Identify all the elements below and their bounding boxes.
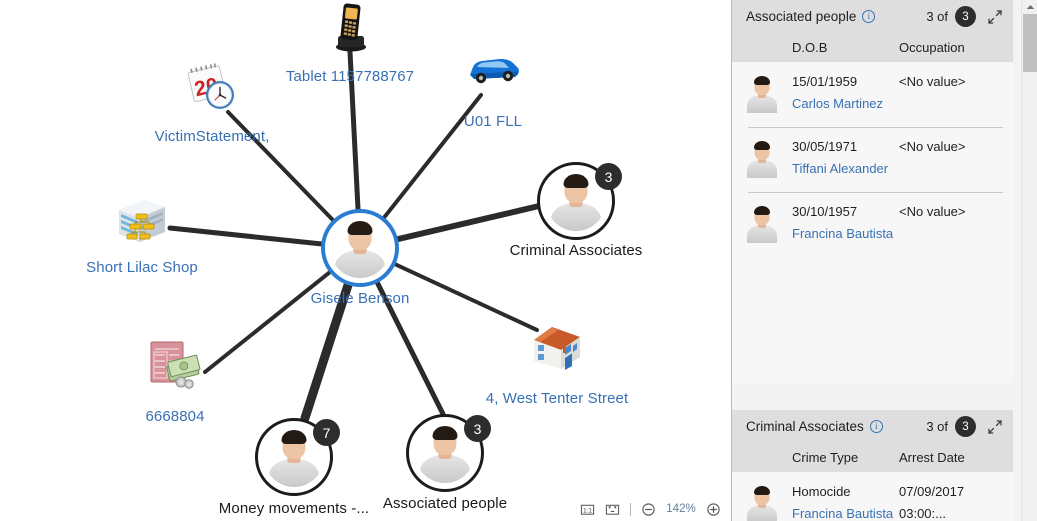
node-label-organisation: Short Lilac Shop (86, 259, 198, 276)
node-vehicle[interactable] (466, 52, 521, 91)
section-count-badge: 3 (955, 416, 976, 437)
row-dob-value: 30/05/1971 (792, 139, 858, 154)
office-building-icon (119, 200, 165, 242)
row-occupation-value: <No value> (899, 204, 966, 219)
rows-associated-people: 15/01/1959 Carlos Martinez <No value> 30… (732, 62, 1013, 383)
panel-scrollbar[interactable] (1021, 0, 1037, 521)
info-icon[interactable]: i (869, 420, 883, 433)
node-label-vehicle: U01 FLL (463, 113, 523, 130)
badge-count-associated-people: 3 (464, 415, 491, 442)
column-header-row-criminal-associates: Crime Type Arrest Date (732, 443, 1013, 472)
info-icon[interactable]: i (862, 10, 876, 23)
node-tablet[interactable] (332, 2, 370, 57)
row-dob-cell: 30/10/1957 Francina Bautista (792, 201, 899, 245)
row-occupation-cell: <No value> (899, 201, 1013, 223)
section-header-criminal-associates[interactable]: Criminal Associates i 3 of 3 (732, 410, 1013, 443)
column-header-crime-type: Crime Type (792, 450, 859, 465)
zoom-level-value: 142% (666, 503, 696, 515)
row-arrest-date-cell: 07/09/2017 03:00:... (899, 481, 1013, 521)
details-panel: Associated people i 3 of 3 D.O.B Occupat… (731, 0, 1037, 521)
node-label-address: 4, West Tenter Street (485, 390, 629, 407)
row-name-link[interactable]: Carlos Martinez (792, 93, 899, 115)
row-occupation-cell: <No value> (899, 71, 1013, 93)
svg-text:1:1: 1:1 (583, 507, 592, 514)
table-row[interactable]: 15/01/1959 Carlos Martinez <No value> (732, 62, 1013, 127)
row-crime-type-value: Homocide (792, 484, 851, 499)
graph-canvas[interactable]: Tablet 1157788767 20 VictimStatement, U0… (0, 0, 731, 521)
node-victim-statement[interactable]: 20 (186, 62, 241, 119)
column-header-occupation: Occupation (899, 40, 965, 55)
calendar-clock-icon: 20 (187, 63, 234, 109)
avatar (745, 205, 779, 243)
panel-section-criminal-associates: Criminal Associates i 3 of 3 Crime Type … (732, 410, 1013, 521)
expand-icon[interactable] (987, 419, 1003, 435)
scrollbar-thumb[interactable] (1023, 14, 1037, 72)
node-label-gisele-benson: Gisele Benson (310, 290, 410, 307)
row-arrest-date-value: 07/09/2017 03:00:... (899, 484, 965, 521)
table-row[interactable]: Homocide Francina Bautista 07/09/2017 03… (732, 472, 1013, 521)
rows-criminal-associates: Homocide Francina Bautista 07/09/2017 03… (732, 472, 1013, 521)
money-document-icon (150, 341, 201, 389)
row-dob-cell: 30/05/1971 Tiffani Alexander (792, 136, 899, 180)
section-title: Associated people (746, 9, 857, 24)
node-address[interactable] (531, 324, 583, 377)
badge-count-money-movements: 7 (313, 419, 340, 446)
node-label-criminal-associates: Criminal Associates (509, 242, 643, 259)
node-organisation[interactable] (115, 196, 169, 251)
table-row[interactable]: 30/10/1957 Francina Bautista <No value> (732, 192, 1013, 257)
zoom-out-icon[interactable] (641, 502, 656, 517)
row-occupation-cell: <No value> (899, 136, 1013, 158)
node-gisele-benson[interactable] (321, 209, 399, 287)
row-avatar-cell (732, 71, 792, 113)
row-occupation-value: <No value> (899, 74, 966, 89)
column-header-arrest-date: Arrest Date (899, 450, 965, 465)
row-dob-value: 15/01/1959 (792, 74, 858, 89)
column-header-row-associated-people: D.O.B Occupation (732, 33, 1013, 62)
avatar (745, 75, 779, 113)
section-title: Criminal Associates (746, 419, 864, 434)
fit-to-screen-icon[interactable] (605, 502, 620, 517)
row-name-link[interactable]: Francina Bautista (792, 503, 899, 521)
row-avatar-cell (732, 201, 792, 243)
row-crime-type-cell: Homocide Francina Bautista (792, 481, 899, 521)
row-name-link[interactable]: Francina Bautista (792, 223, 899, 245)
node-label-victim-statement: VictimStatement, (154, 128, 270, 145)
table-row[interactable]: 30/05/1971 Tiffani Alexander <No value> (732, 127, 1013, 192)
chevron-up-icon (1026, 4, 1034, 9)
panel-section-associated-people: Associated people i 3 of 3 D.O.B Occupat… (732, 0, 1013, 383)
section-header-associated-people[interactable]: Associated people i 3 of 3 (732, 0, 1013, 33)
avatar (745, 140, 779, 178)
graph-toolbar: 1:1 142% (0, 497, 731, 521)
application-window: Tablet 1157788767 20 VictimStatement, U0… (0, 0, 1037, 521)
section-count-text: 3 of (926, 419, 948, 434)
section-count-badge: 3 (955, 6, 976, 27)
node-account[interactable] (148, 339, 202, 396)
row-occupation-value: <No value> (899, 139, 966, 154)
actual-size-icon[interactable]: 1:1 (580, 502, 595, 517)
avatar (745, 485, 779, 521)
toolbar-divider (630, 502, 631, 516)
section-count-text: 3 of (926, 9, 948, 24)
house-icon (534, 327, 580, 370)
row-dob-value: 30/10/1957 (792, 204, 858, 219)
cordless-phone-icon (336, 3, 366, 52)
scrollbar-up-arrow[interactable] (1022, 0, 1037, 13)
node-label-tablet: Tablet 1157788767 (285, 68, 415, 85)
column-header-dob: D.O.B (792, 40, 828, 55)
badge-count-criminal-associates: 3 (595, 163, 622, 190)
expand-icon[interactable] (987, 9, 1003, 25)
row-avatar-cell (732, 481, 792, 521)
row-dob-cell: 15/01/1959 Carlos Martinez (792, 71, 899, 115)
node-label-account: 6668804 (145, 408, 205, 425)
row-name-link[interactable]: Tiffani Alexander (792, 158, 899, 180)
zoom-in-icon[interactable] (706, 502, 721, 517)
car-icon (470, 58, 519, 84)
avatar (330, 218, 390, 278)
row-avatar-cell (732, 136, 792, 178)
